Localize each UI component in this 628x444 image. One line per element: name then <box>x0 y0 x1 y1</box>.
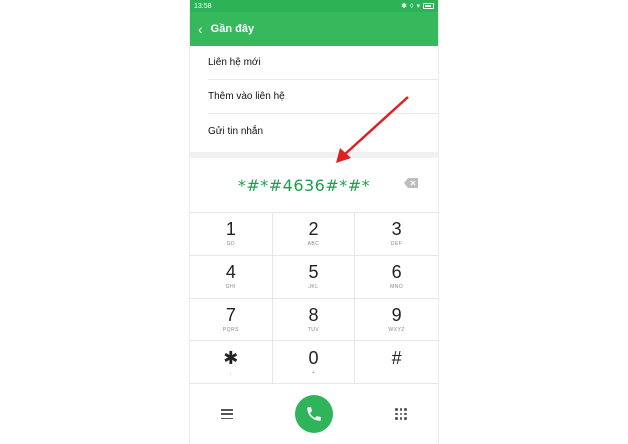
key-3[interactable]: 3 DEF <box>355 213 438 256</box>
key-letters: GHI <box>225 284 237 291</box>
menu-item-new-contact[interactable]: Liên hệ mới <box>208 46 438 80</box>
call-button[interactable] <box>295 395 333 433</box>
app-bar: ‹ Gần đây <box>190 12 438 46</box>
number-display: *#*#4636#*#* <box>190 158 438 212</box>
key-7[interactable]: 7 PQRS <box>190 298 273 342</box>
bluetooth-icon: ✱ <box>401 2 408 10</box>
key-letters: , <box>229 369 232 376</box>
key-letters: DEF <box>390 241 403 248</box>
vibrate-icon: ◊ <box>410 2 414 10</box>
key-digit: 8 <box>308 304 319 325</box>
key-4[interactable]: 4 GHI <box>190 255 273 299</box>
key-digit: 6 <box>391 262 402 283</box>
menu-item-label: Gửi tin nhắn <box>208 125 264 137</box>
key-digit: 9 <box>391 304 402 325</box>
key-letters: + <box>311 369 316 376</box>
key-0[interactable]: 0 + <box>272 341 356 384</box>
key-1[interactable]: 1 GD <box>190 213 273 256</box>
key-digit: 4 <box>225 262 236 283</box>
status-icons: ✱ ◊ ▾ <box>401 3 434 10</box>
key-letters: TUV <box>307 326 320 333</box>
key-letters: PQRS <box>222 326 239 333</box>
key-hash[interactable]: # <box>355 341 438 384</box>
key-letters: ABC <box>307 241 320 248</box>
dialed-number: *#*#4636#*#* <box>237 175 371 195</box>
menu-item-send-message[interactable]: Gửi tin nhắn <box>208 114 438 148</box>
status-bar: 13:58 ✱ ◊ ▾ <box>190 0 438 12</box>
key-letters: WXYZ <box>388 326 405 333</box>
menu-item-label: Thêm vào liên hệ <box>208 91 285 102</box>
key-digit: 2 <box>308 219 319 240</box>
key-digit: 7 <box>225 304 236 325</box>
phone-icon <box>307 407 321 421</box>
key-digit: # <box>391 347 402 368</box>
menu-item-add-to-contact[interactable]: Thêm vào liên hệ <box>208 80 438 114</box>
key-6[interactable]: 6 MNO <box>355 256 438 299</box>
key-letters: JKL <box>308 284 319 291</box>
key-9[interactable]: 9 WXYZ <box>355 299 438 342</box>
backspace-icon[interactable] <box>404 178 418 188</box>
key-5[interactable]: 5 JKL <box>272 255 356 299</box>
key-digit: 3 <box>391 219 402 240</box>
key-digit: 5 <box>308 262 319 283</box>
dial-keypad: 1 GD 2 ABC 3 DEF 4 GHI 5 JKL 6 MNO 7 PQR… <box>190 212 438 384</box>
bottom-action-bar <box>190 384 438 444</box>
key-star[interactable]: ✱ , <box>190 341 273 384</box>
menu-icon[interactable] <box>221 409 233 419</box>
app-title: Gần đây <box>210 23 255 35</box>
phone-screen: 13:58 ✱ ◊ ▾ ‹ Gần đây Liên hệ mới Thêm v… <box>190 0 438 444</box>
dialpad-icon[interactable] <box>395 408 407 420</box>
key-letters: GD <box>226 241 236 248</box>
key-8[interactable]: 8 TUV <box>272 298 356 342</box>
key-digit: 1 <box>225 219 236 240</box>
battery-icon <box>423 3 434 9</box>
status-time: 13:58 <box>194 2 212 10</box>
action-menu: Liên hệ mới Thêm vào liên hệ Gửi tin nhắ… <box>190 46 438 148</box>
key-digit: 0 <box>308 347 319 368</box>
chevron-left-icon[interactable]: ‹ <box>198 22 203 36</box>
wifi-icon: ▾ <box>416 2 420 10</box>
menu-item-label: Liên hệ mới <box>208 57 261 68</box>
key-letters: MNO <box>390 284 404 291</box>
key-2[interactable]: 2 ABC <box>272 213 356 256</box>
key-digit: ✱ <box>223 347 239 368</box>
